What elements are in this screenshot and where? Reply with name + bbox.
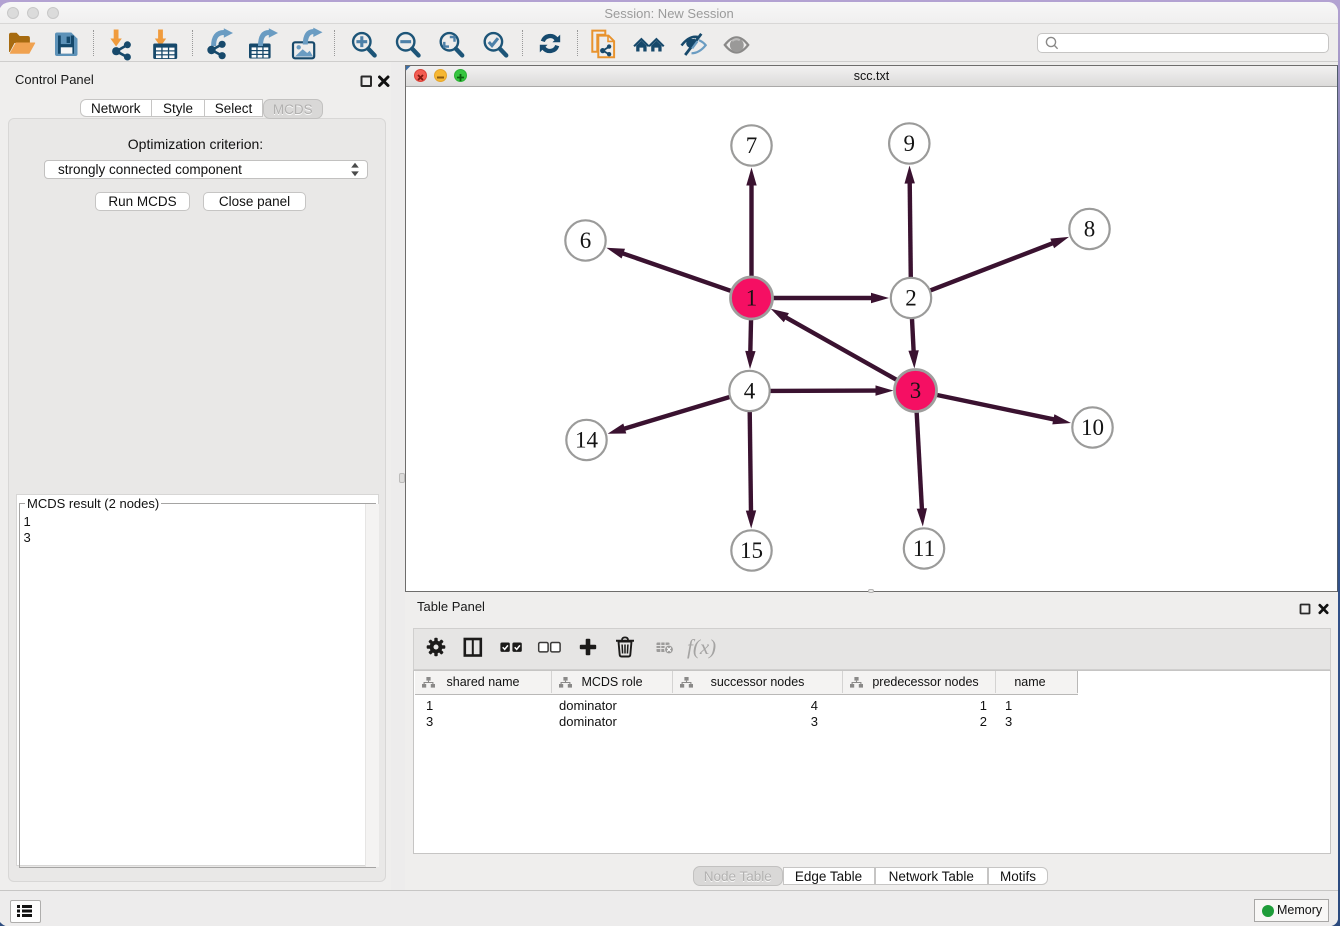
svg-text:10: 10 [1081,415,1104,440]
svg-text:9: 9 [904,131,916,156]
svg-text:7: 7 [746,133,758,158]
svg-text:14: 14 [575,428,599,453]
svg-text:4: 4 [744,379,756,404]
svg-text:1: 1 [746,286,758,311]
svg-text:3: 3 [910,378,922,403]
svg-text:15: 15 [740,538,763,563]
svg-text:8: 8 [1084,217,1096,242]
svg-text:2: 2 [905,286,917,311]
svg-text:f(x): f(x) [687,635,716,659]
svg-text:6: 6 [580,228,592,253]
svg-text:11: 11 [913,536,935,561]
